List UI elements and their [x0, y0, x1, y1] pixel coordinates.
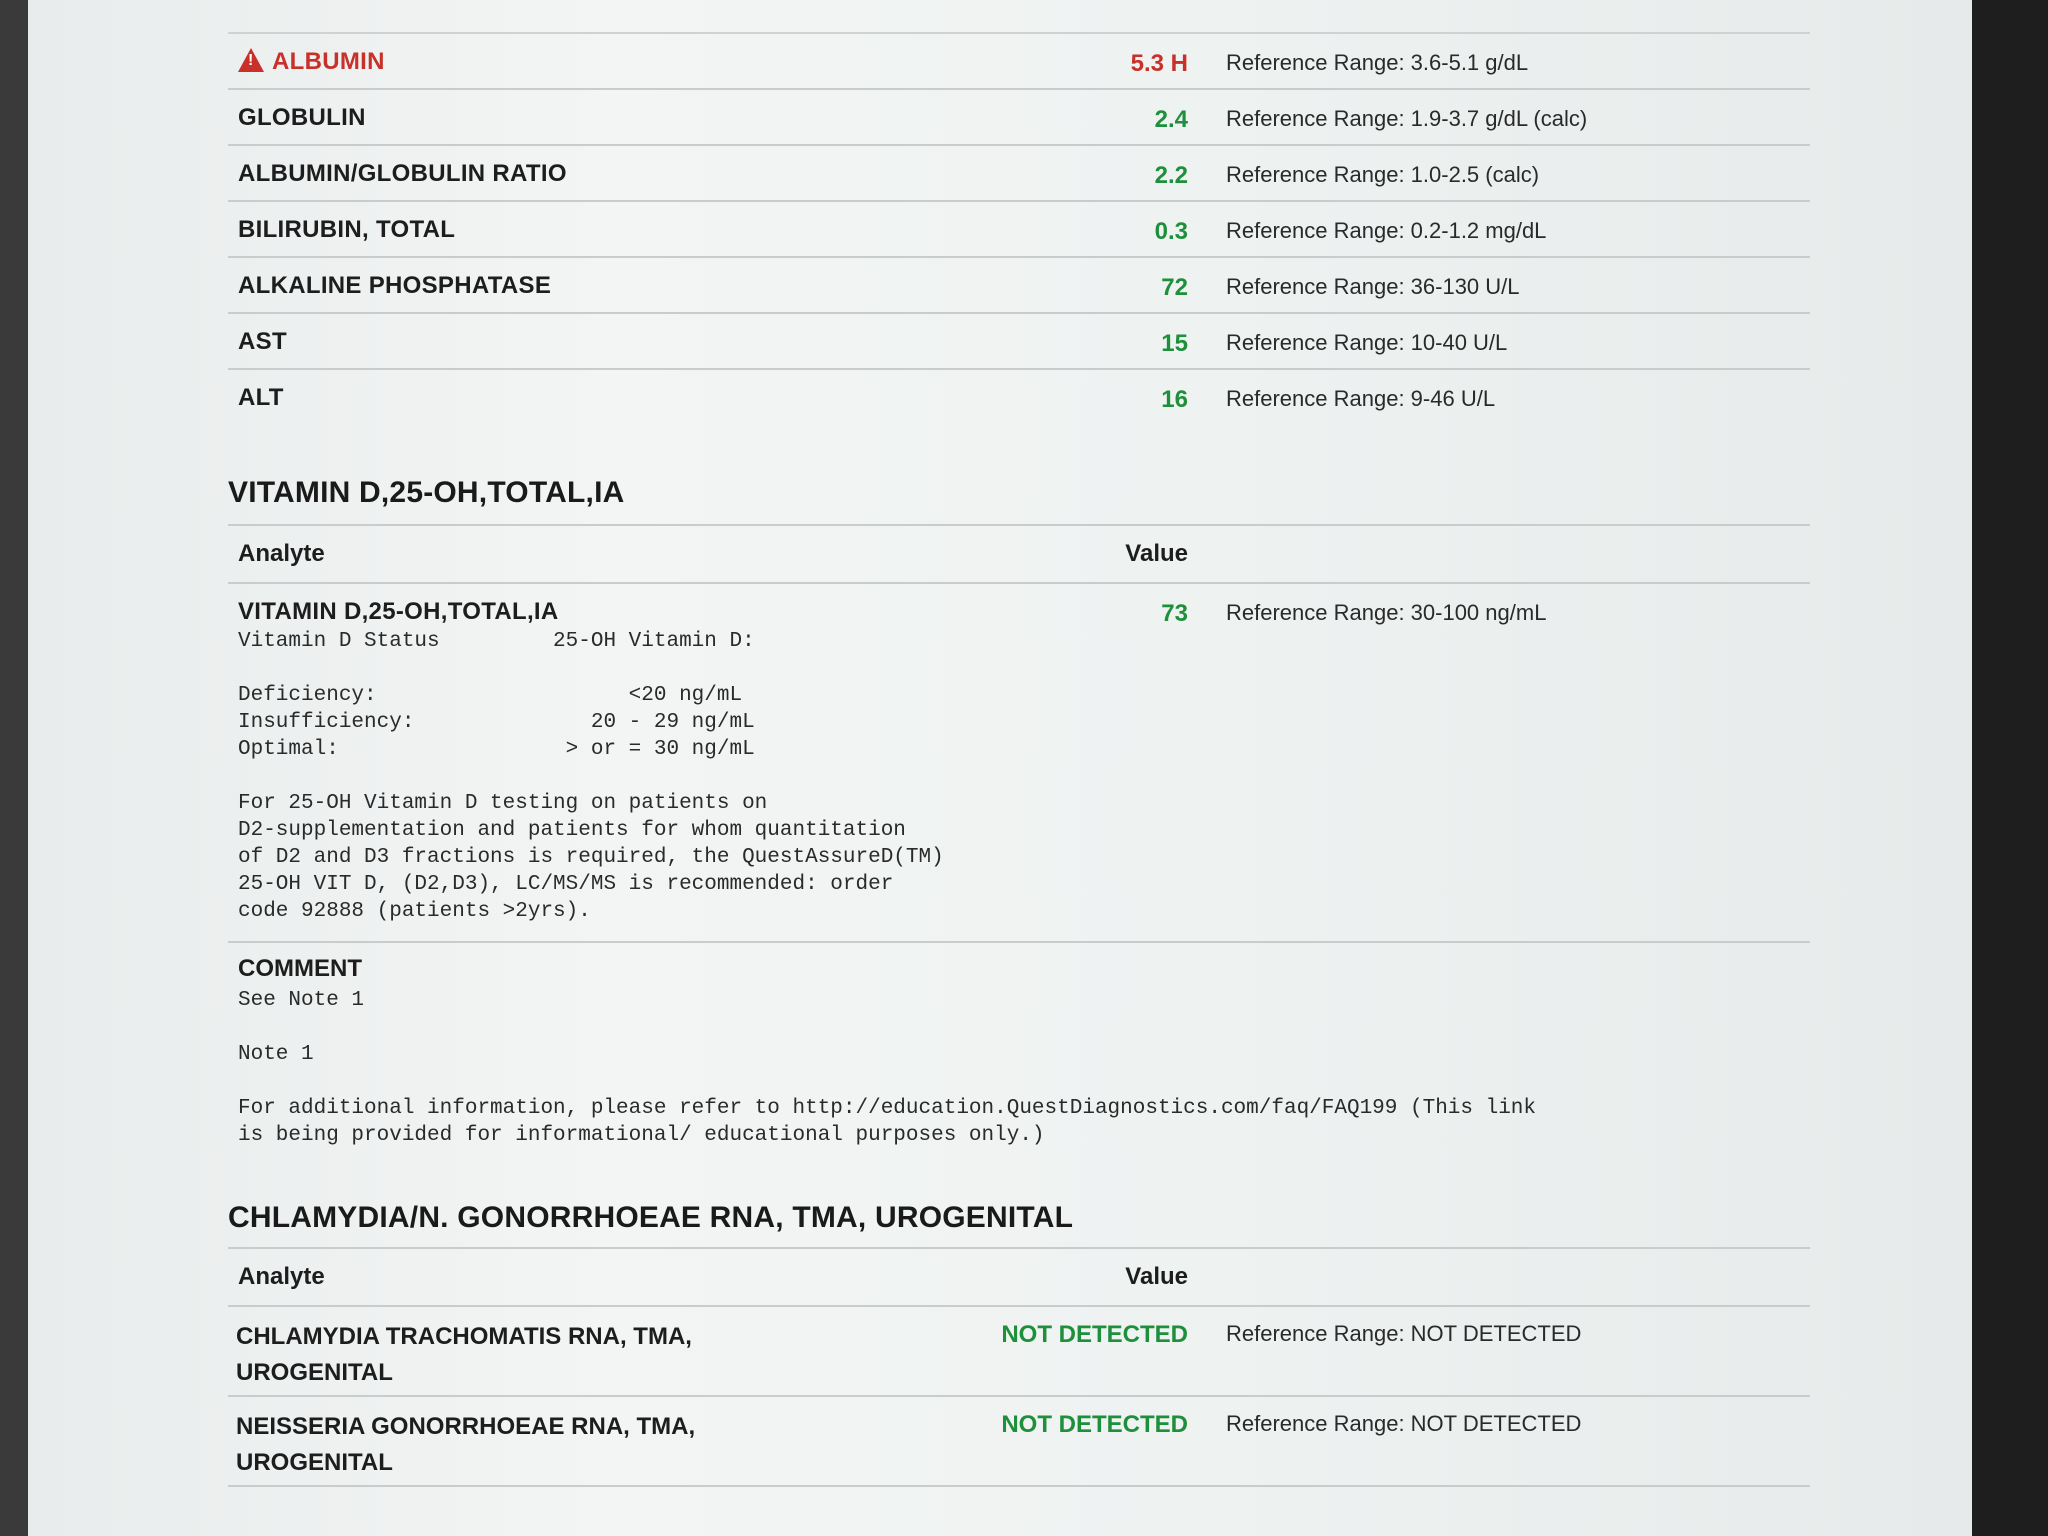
- reference-range: Reference Range: NOT DETECTED: [1226, 1321, 1582, 1346]
- reference-range: Reference Range: 1.9-3.7 g/dL (calc): [1226, 106, 1588, 131]
- analyte-name: ALBUMIN: [238, 48, 385, 76]
- header-analyte: Analyte: [238, 1263, 325, 1290]
- analyte-value: NOT DETECTED: [1001, 1321, 1188, 1348]
- hepatic-results-table: ALBUMIN 5.3 H Reference Range: 3.6-5.1 g…: [228, 32, 1810, 424]
- table-row: GLOBULIN 2.4 Reference Range: 1.9-3.7 g/…: [228, 88, 1810, 144]
- screen: ALBUMIN 5.3 H Reference Range: 3.6-5.1 g…: [28, 0, 1972, 1536]
- analyte-name: GLOBULIN: [238, 104, 366, 131]
- table-header: Analyte Value: [228, 1247, 1810, 1305]
- table-row: NEISSERIA GONORRHOEAE RNA, TMA, UROGENIT…: [228, 1395, 1810, 1487]
- analyte-value: 15: [1161, 330, 1188, 357]
- analyte-value: 0.3: [1154, 218, 1188, 245]
- section-title-chlamydia: CHLAMYDIA/N. GONORRHOEAE RNA, TMA, UROGE…: [228, 1201, 1074, 1234]
- table-row: ALBUMIN 5.3 H Reference Range: 3.6-5.1 g…: [228, 32, 1810, 88]
- analyte-value: 73: [1161, 600, 1188, 627]
- analyte-name: VITAMIN D,25-OH,TOTAL,IA: [238, 598, 559, 625]
- reference-range: Reference Range: 36-130 U/L: [1226, 274, 1520, 299]
- table-row: CHLAMYDIA TRACHOMATIS RNA, TMA, UROGENIT…: [228, 1305, 1810, 1395]
- reference-range: Reference Range: 30-100 ng/mL: [1226, 600, 1547, 625]
- analyte-value: 5.3 H: [1130, 50, 1188, 77]
- analyte-name: BILIRUBIN, TOTAL: [238, 216, 456, 243]
- header-analyte: Analyte: [238, 540, 325, 567]
- reference-range: Reference Range: 3.6-5.1 g/dL: [1226, 50, 1529, 75]
- reference-range: Reference Range: 0.2-1.2 mg/dL: [1226, 218, 1547, 243]
- table-row: ALBUMIN/GLOBULIN RATIO 2.2 Reference Ran…: [228, 144, 1810, 200]
- monitor-bezel-left: [0, 0, 28, 1536]
- header-value: Value: [1125, 1263, 1188, 1290]
- table-row: VITAMIN D,25-OH,TOTAL,IA 73 Reference Ra…: [228, 584, 1810, 628]
- reference-range: Reference Range: 1.0-2.5 (calc): [1226, 162, 1540, 187]
- analyte-name: ALBUMIN/GLOBULIN RATIO: [238, 160, 567, 187]
- lab-results-content: ALBUMIN 5.3 H Reference Range: 3.6-5.1 g…: [228, 0, 1810, 1487]
- table-row: AST 15 Reference Range: 10-40 U/L: [228, 312, 1810, 368]
- section-title-vitamin-d: VITAMIN D,25-OH,TOTAL,IA: [228, 476, 625, 509]
- analyte-value: 72: [1161, 274, 1188, 301]
- analyte-name: AST: [238, 328, 287, 355]
- analyte-value: 2.4: [1154, 106, 1188, 133]
- table-row: ALT 16 Reference Range: 9-46 U/L: [228, 368, 1810, 424]
- comment-label: COMMENT: [238, 955, 362, 982]
- analyte-name: NEISSERIA GONORRHOEAE RNA, TMA, UROGENIT…: [236, 1413, 696, 1476]
- analyte-value: 16: [1161, 386, 1188, 413]
- table-header: Analyte Value: [228, 524, 1810, 584]
- table-row: BILIRUBIN, TOTAL 0.3 Reference Range: 0.…: [228, 200, 1810, 256]
- monitor-bezel-right: [1972, 0, 2048, 1536]
- reference-range: Reference Range: 9-46 U/L: [1226, 386, 1496, 411]
- warning-triangle-icon: [238, 48, 264, 72]
- comment-text: See Note 1 Note 1 For additional informa…: [238, 989, 1537, 1147]
- analyte-value: NOT DETECTED: [1001, 1411, 1188, 1438]
- analyte-name: ALKALINE PHOSPHATASE: [238, 272, 552, 299]
- header-value: Value: [1125, 540, 1188, 567]
- vitamin-d-notes: Vitamin D Status 25-OH Vitamin D: Defici…: [238, 630, 944, 923]
- reference-range: Reference Range: NOT DETECTED: [1226, 1411, 1582, 1436]
- analyte-name: ALT: [238, 384, 284, 411]
- table-row: ALKALINE PHOSPHATASE 72 Reference Range:…: [228, 256, 1810, 312]
- reference-range: Reference Range: 10-40 U/L: [1226, 330, 1508, 355]
- analyte-value: 2.2: [1154, 162, 1188, 189]
- analyte-name: CHLAMYDIA TRACHOMATIS RNA, TMA, UROGENIT…: [236, 1323, 692, 1386]
